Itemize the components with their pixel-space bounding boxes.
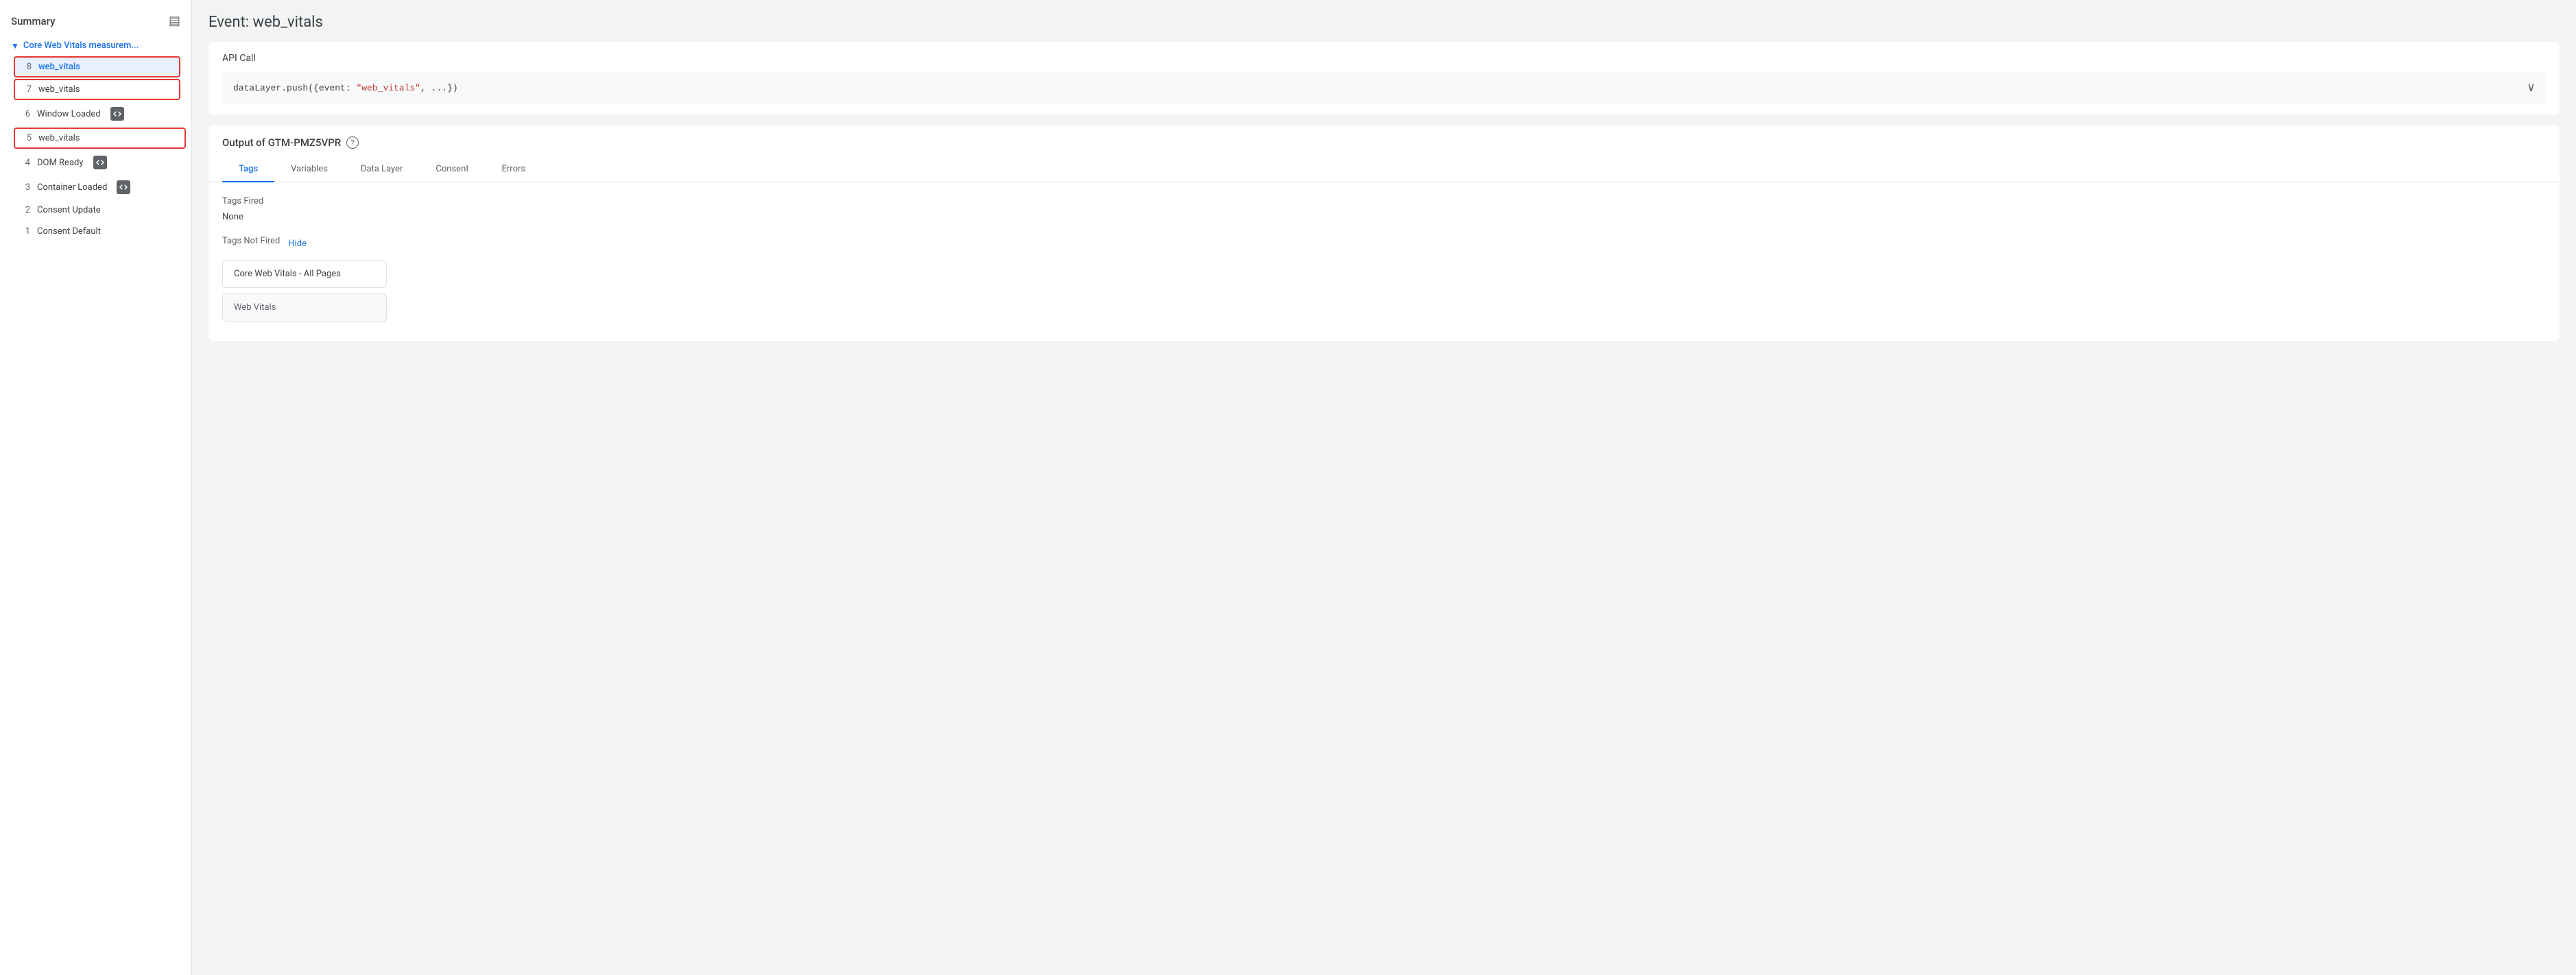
- api-call-label: API Call: [222, 53, 2546, 64]
- item-number-4: 4: [19, 158, 30, 168]
- item-number-1: 1: [19, 226, 30, 237]
- item-label-6: Window Loaded: [37, 109, 101, 119]
- api-call-code: dataLayer.push({event: "web_vitals", ...…: [222, 72, 2546, 104]
- tab-errors[interactable]: Errors: [486, 157, 542, 182]
- tag-card-secondary[interactable]: Web Vitals: [222, 293, 387, 322]
- item-number-3: 3: [19, 182, 30, 193]
- item-label-3: Container Loaded: [37, 182, 107, 193]
- page-title: Event: web_vitals: [208, 14, 2560, 31]
- tag-card-primary[interactable]: Core Web Vitals - All Pages: [222, 260, 387, 288]
- help-icon[interactable]: ?: [346, 136, 359, 149]
- api-call-card: API Call dataLayer.push({event: "web_vit…: [208, 42, 2560, 115]
- item-label-1: Consent Default: [37, 226, 101, 237]
- sidebar-item-8[interactable]: 8 web_vitals: [14, 56, 180, 77]
- sidebar-item-2[interactable]: 2 Consent Update: [0, 200, 191, 221]
- code-content: dataLayer.push({event: "web_vitals", ...…: [233, 83, 458, 93]
- tab-tags[interactable]: Tags: [222, 157, 274, 182]
- tags-not-fired-header: Tags Not Fired Hide: [222, 236, 2546, 252]
- main-content: Event: web_vitals API Call dataLayer.pus…: [192, 0, 2576, 975]
- api-call-section: API Call dataLayer.push({event: "web_vit…: [208, 42, 2560, 115]
- tag-card-label-primary: Core Web Vitals - All Pages: [234, 269, 341, 279]
- sidebar-item-4[interactable]: 4 DOM Ready: [0, 150, 191, 175]
- item-label-2: Consent Update: [37, 205, 101, 215]
- item-label-7: web_vitals: [38, 84, 80, 95]
- hide-link[interactable]: Hide: [288, 239, 307, 249]
- sidebar-item-5[interactable]: 5 web_vitals: [14, 128, 186, 149]
- sidebar-item-7[interactable]: 7 web_vitals: [14, 79, 180, 100]
- item-number-2: 2: [19, 205, 30, 215]
- code-suffix: , ...}): [420, 83, 458, 93]
- item-label-8: web_vitals: [38, 62, 80, 72]
- sidebar-title: Summary: [11, 15, 55, 27]
- output-section: Output of GTM-PMZ5VPR ? Tags Variables D…: [208, 125, 2560, 341]
- group-label: Core Web Vitals measurem...: [23, 40, 139, 51]
- code-icon-6: [110, 107, 124, 121]
- tab-consent[interactable]: Consent: [419, 157, 485, 182]
- code-icon-4: [93, 156, 107, 169]
- tags-fired-value: None: [222, 212, 2546, 222]
- sidebar-header: Summary ▤: [0, 11, 191, 36]
- item-number-6: 6: [19, 109, 30, 119]
- item-label-4: DOM Ready: [37, 158, 84, 168]
- item-label-5: web_vitals: [38, 133, 80, 143]
- tags-fired-label: Tags Fired: [222, 196, 2546, 206]
- item-number-7: 7: [21, 84, 32, 95]
- sidebar: Summary ▤ ▼ Core Web Vitals measurem... …: [0, 0, 192, 975]
- output-card: Output of GTM-PMZ5VPR ? Tags Variables D…: [208, 125, 2560, 341]
- expand-icon[interactable]: ∨: [2527, 80, 2535, 95]
- sidebar-item-1[interactable]: 1 Consent Default: [0, 221, 191, 242]
- tags-not-fired-label: Tags Not Fired: [222, 236, 280, 246]
- code-prefix: dataLayer.push({event:: [233, 83, 356, 93]
- output-title: Output of GTM-PMZ5VPR: [222, 136, 341, 149]
- code-string: "web_vitals": [356, 83, 420, 93]
- code-icon-3: [117, 180, 130, 194]
- chevron-down-icon: ▼: [11, 41, 19, 51]
- sidebar-item-6[interactable]: 6 Window Loaded: [0, 101, 191, 126]
- tab-content: Tags Fired None Tags Not Fired Hide Core…: [208, 182, 2560, 341]
- item-number-5: 5: [21, 133, 32, 143]
- sidebar-item-3[interactable]: 3 Container Loaded: [0, 175, 191, 200]
- filter-icon[interactable]: ▤: [169, 14, 180, 28]
- output-header: Output of GTM-PMZ5VPR ?: [208, 125, 2560, 149]
- tab-variables[interactable]: Variables: [274, 157, 344, 182]
- item-number-8: 8: [21, 62, 32, 72]
- tag-card-label-secondary: Web Vitals: [234, 302, 276, 313]
- sidebar-group-header[interactable]: ▼ Core Web Vitals measurem...: [0, 36, 191, 55]
- tab-data-layer[interactable]: Data Layer: [344, 157, 420, 182]
- tabs-bar: Tags Variables Data Layer Consent Errors: [208, 157, 2560, 182]
